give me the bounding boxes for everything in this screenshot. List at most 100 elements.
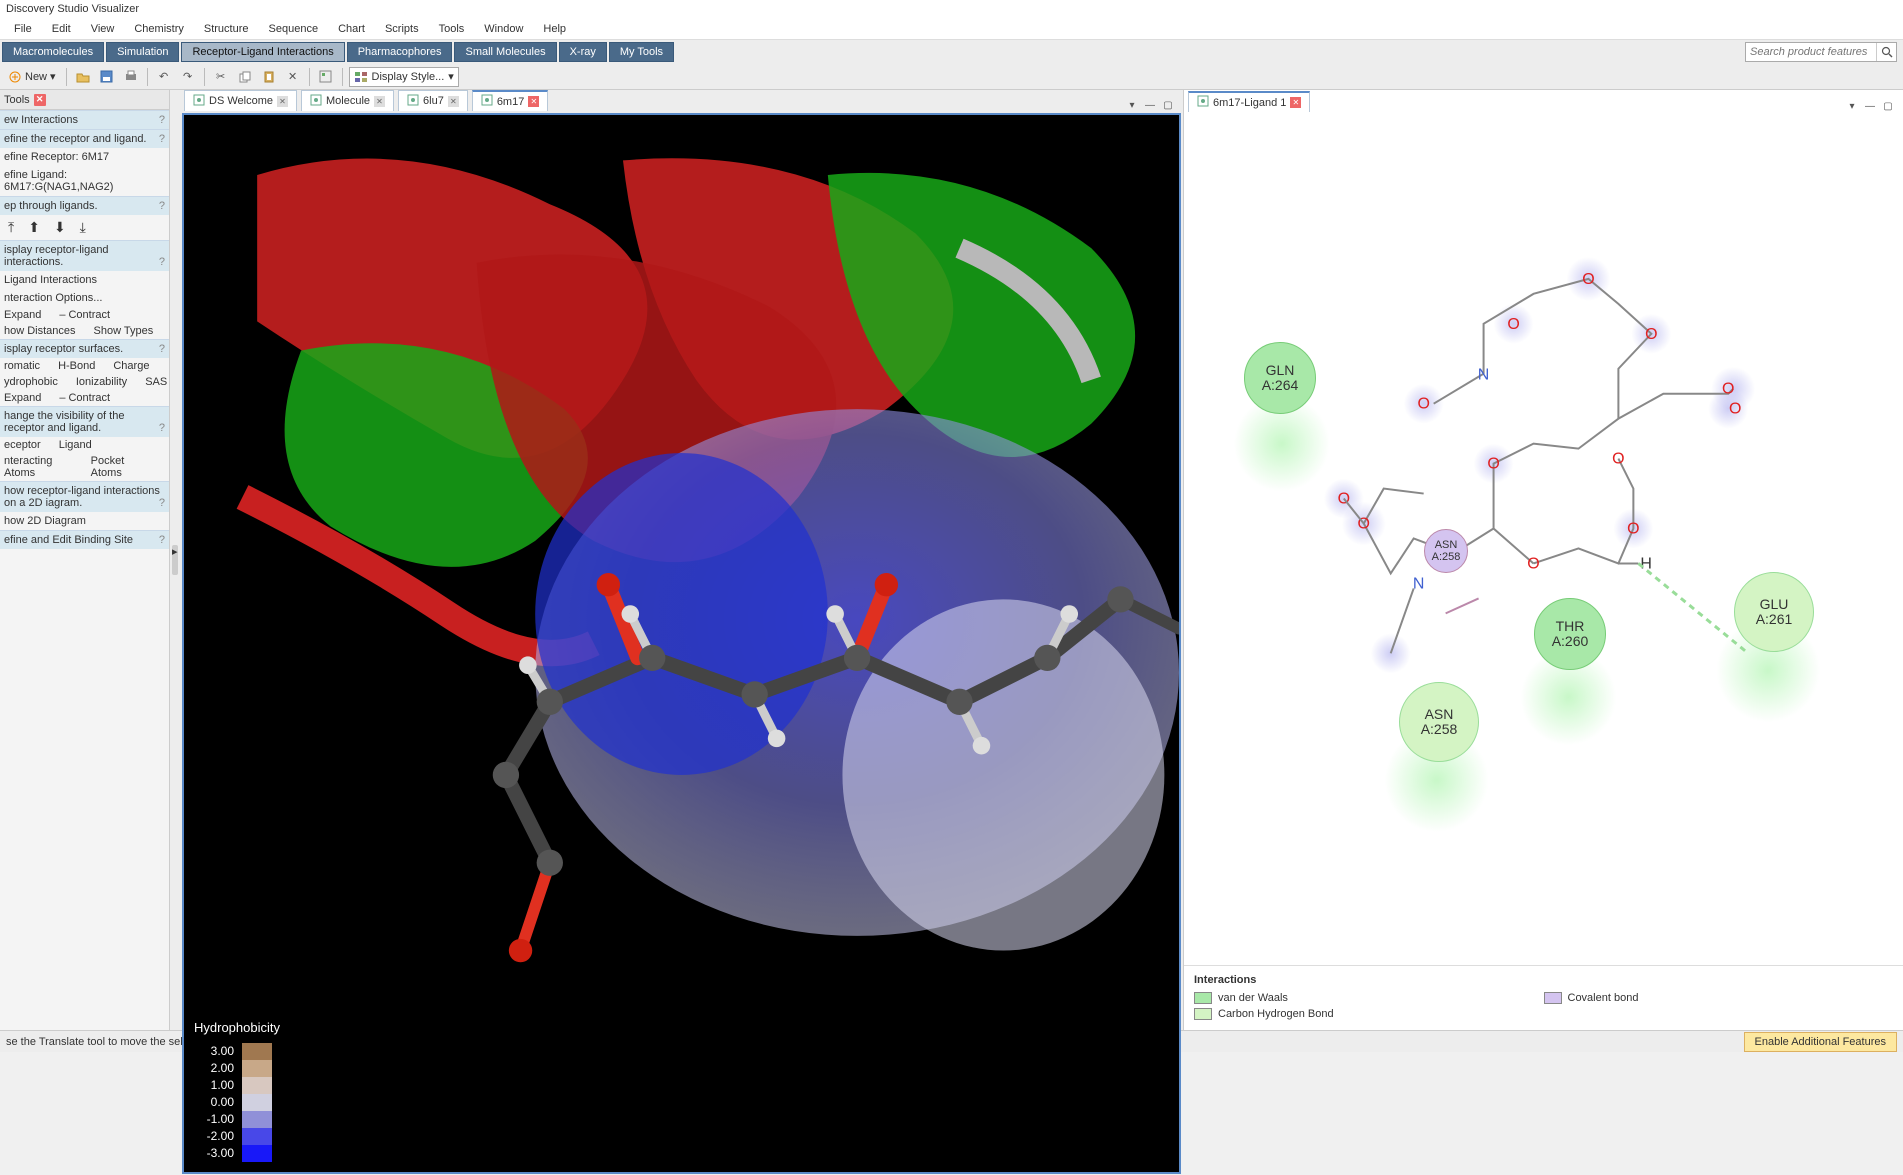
search-box[interactable]	[1745, 42, 1897, 62]
minimize-icon[interactable]: —	[1863, 101, 1877, 112]
doc-tab-6lu7[interactable]: 6lu7✕	[398, 90, 468, 111]
menu-chart[interactable]: Chart	[328, 23, 375, 35]
maximize-icon[interactable]: ▢	[1881, 101, 1895, 112]
panel-link[interactable]: nteraction Options...	[0, 289, 169, 307]
cut-icon[interactable]: ✂	[211, 67, 231, 87]
dropdown-icon[interactable]: ▾	[1845, 101, 1859, 112]
doc-tab-6m17[interactable]: 6m17✕	[472, 90, 549, 111]
section-header[interactable]: ep through ligands.	[0, 196, 169, 215]
section-header[interactable]: ew Interactions	[0, 110, 169, 129]
dropdown-icon[interactable]: ▾	[50, 70, 56, 83]
close-icon[interactable]: ✕	[34, 94, 46, 106]
search-input[interactable]	[1746, 46, 1876, 58]
section-header[interactable]: efine and Edit Binding Site	[0, 530, 169, 549]
legend-item: Carbon Hydrogen Bond	[1194, 1006, 1544, 1022]
section-header[interactable]: isplay receptor-ligand interactions.	[0, 240, 169, 271]
panel-link[interactable]: SAS	[145, 376, 167, 388]
module-tab-small-molecules[interactable]: Small Molecules	[454, 42, 556, 62]
close-icon[interactable]: ✕	[528, 96, 539, 107]
close-icon[interactable]: ✕	[277, 96, 288, 107]
panel-link[interactable]: H-Bond	[58, 360, 95, 372]
panel-link[interactable]: Charge	[113, 360, 149, 372]
module-tab-my-tools[interactable]: My Tools	[609, 42, 674, 62]
panel-link[interactable]: Pocket Atoms	[91, 455, 147, 479]
panel-link[interactable]: Ionizability	[76, 376, 127, 388]
maximize-icon[interactable]: ▢	[1161, 100, 1175, 111]
undo-icon[interactable]: ↶	[154, 67, 174, 87]
section-header[interactable]: how receptor-ligand interactions on a 2D…	[0, 481, 169, 512]
module-tab-x-ray[interactable]: X-ray	[559, 42, 607, 62]
menu-structure[interactable]: Structure	[194, 23, 259, 35]
nav-button[interactable]: ⬇	[54, 219, 66, 236]
delete-icon[interactable]: ✕	[283, 67, 303, 87]
save-icon[interactable]	[97, 67, 117, 87]
display-style-dropdown[interactable]: Display Style... ▾	[349, 67, 459, 87]
svg-text:O: O	[1507, 316, 1519, 333]
menu-scripts[interactable]: Scripts	[375, 23, 429, 35]
svg-text:O: O	[1527, 555, 1539, 572]
panel-link[interactable]: efine Ligand: 6M17:G(NAG1,NAG2)	[0, 166, 169, 196]
residue-gln-A-264[interactable]: GLNA:264	[1244, 342, 1316, 414]
residue-thr-A-260[interactable]: THRA:260	[1534, 598, 1606, 670]
menu-tools[interactable]: Tools	[429, 23, 475, 35]
section-header[interactable]: efine the receptor and ligand.	[0, 129, 169, 148]
paste-icon[interactable]	[259, 67, 279, 87]
panel-link[interactable]: – Contract	[59, 392, 110, 404]
close-icon[interactable]: ✕	[448, 96, 459, 107]
copy-icon[interactable]	[235, 67, 255, 87]
panel-link[interactable]: how Distances	[4, 325, 76, 337]
nav-button[interactable]: ⤓	[80, 219, 86, 236]
section-header[interactable]: isplay receptor surfaces.	[0, 339, 169, 358]
module-tabs: MacromoleculesSimulationReceptor-Ligand …	[0, 40, 1903, 64]
residue-asn-A-258[interactable]: ASNA:258	[1424, 529, 1468, 573]
close-icon[interactable]: ✕	[1290, 97, 1301, 108]
menu-sequence[interactable]: Sequence	[259, 23, 329, 35]
search-icon[interactable]	[1876, 43, 1896, 61]
nav-button[interactable]: ⬆	[28, 219, 40, 236]
menu-help[interactable]: Help	[533, 23, 576, 35]
menu-edit[interactable]: Edit	[42, 23, 81, 35]
redo-icon[interactable]: ↷	[178, 67, 198, 87]
panel-link[interactable]: ydrophobic	[4, 376, 58, 388]
panel-link[interactable]: Ligand Interactions	[0, 271, 169, 289]
panel-link[interactable]: Expand	[4, 392, 41, 404]
new-button[interactable]: New ▾	[4, 70, 60, 84]
main-toolbar: New ▾ ↶ ↷ ✂ ✕ Display Style... ▾	[0, 64, 1903, 90]
residue-glu-A-261[interactable]: GLUA:261	[1734, 572, 1814, 652]
doc-tab-molecule[interactable]: Molecule✕	[301, 90, 394, 111]
open-icon[interactable]	[73, 67, 93, 87]
splitter-left[interactable]: ▸	[170, 90, 180, 1030]
menu-chemistry[interactable]: Chemistry	[124, 23, 194, 35]
module-tab-simulation[interactable]: Simulation	[106, 42, 179, 62]
menu-window[interactable]: Window	[474, 23, 533, 35]
panel-link[interactable]: eceptor	[4, 439, 41, 451]
module-tab-macromolecules[interactable]: Macromolecules	[2, 42, 104, 62]
diagram-2d[interactable]: O O O O O O O O O O O O	[1184, 112, 1903, 965]
panel-link[interactable]: romatic	[4, 360, 40, 372]
panel-link[interactable]: efine Receptor: 6M17	[0, 148, 169, 166]
close-icon[interactable]: ✕	[374, 96, 385, 107]
print-icon[interactable]	[121, 67, 141, 87]
doc-tab-ds-welcome[interactable]: DS Welcome✕	[184, 90, 297, 111]
panel-link[interactable]: how 2D Diagram	[0, 512, 169, 530]
residue-asn-A-258[interactable]: ASNA:258	[1399, 682, 1479, 762]
doc-tab-6m17-ligand-1[interactable]: 6m17-Ligand 1✕	[1188, 91, 1310, 112]
dropdown-icon[interactable]: ▾	[1125, 100, 1139, 111]
minimize-icon[interactable]: —	[1143, 100, 1157, 111]
svg-text:H: H	[1640, 555, 1652, 572]
panel-link[interactable]: Show Types	[94, 325, 154, 337]
section-header[interactable]: hange the visibility of the receptor and…	[0, 406, 169, 437]
panel-link[interactable]: nteracting Atoms	[4, 455, 73, 479]
panel-link[interactable]: – Contract	[59, 309, 110, 321]
nav-button[interactable]: ⤒	[8, 219, 14, 236]
menu-file[interactable]: File	[4, 23, 42, 35]
panel-link[interactable]: Ligand	[59, 439, 92, 451]
enable-features-button[interactable]: Enable Additional Features	[1744, 1032, 1897, 1052]
legend-item: van der Waals	[1194, 990, 1544, 1006]
module-tab-receptor-ligand-interactions[interactable]: Receptor-Ligand Interactions	[181, 42, 344, 62]
menu-view[interactable]: View	[81, 23, 125, 35]
panel-link[interactable]: Expand	[4, 309, 41, 321]
module-tab-pharmacophores[interactable]: Pharmacophores	[347, 42, 453, 62]
viewer-3d[interactable]: Hydrophobicity 3.002.001.000.00-1.00-2.0…	[182, 113, 1181, 1174]
config-icon[interactable]	[316, 67, 336, 87]
